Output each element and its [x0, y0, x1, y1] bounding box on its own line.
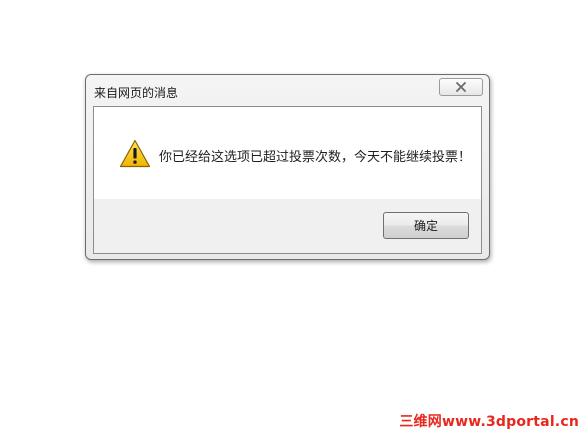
- message-dialog: 来自网页的消息 你已经给这选项已超过投票次数，今天不能继续投票！ 确定: [85, 74, 490, 260]
- ok-button[interactable]: 确定: [383, 212, 469, 239]
- dialog-titlebar[interactable]: 来自网页的消息: [86, 75, 489, 105]
- close-button[interactable]: [439, 78, 483, 96]
- watermark-logo: 三维网www.3dportal.cn: [399, 414, 579, 430]
- warning-icon: [119, 139, 151, 168]
- dialog-client-area: 你已经给这选项已超过投票次数，今天不能继续投票！ 确定: [93, 106, 482, 254]
- dialog-footer: 确定: [94, 199, 481, 253]
- page-background: 来自网页的消息 你已经给这选项已超过投票次数，今天不能继续投票！ 确定 三维网w…: [0, 0, 585, 437]
- close-icon: [455, 82, 467, 92]
- dialog-message: 你已经给这选项已超过投票次数，今天不能继续投票！: [159, 150, 472, 165]
- dialog-content: 你已经给这选项已超过投票次数，今天不能继续投票！: [94, 107, 481, 199]
- dialog-title: 来自网页的消息: [94, 86, 179, 100]
